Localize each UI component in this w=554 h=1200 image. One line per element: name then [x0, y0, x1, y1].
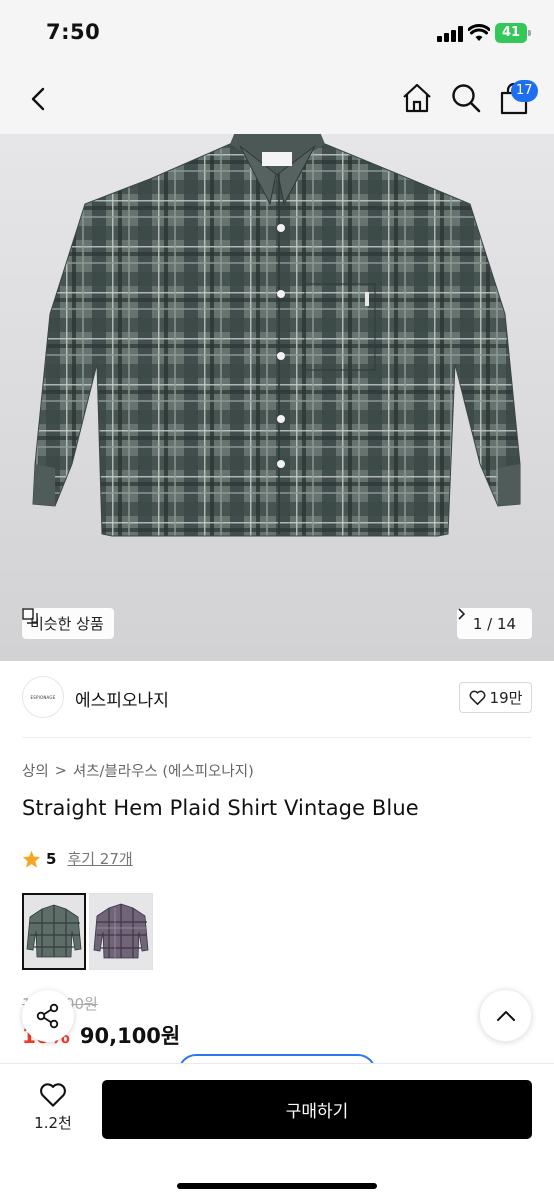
brand-logo[interactable]: ESPIONAGE	[22, 676, 64, 718]
home-indicator	[177, 1183, 377, 1189]
chevron-right-icon	[458, 608, 465, 620]
chevron-up-icon	[496, 1010, 515, 1021]
buy-button[interactable]: 구매하기	[102, 1080, 532, 1139]
star-icon	[22, 850, 41, 868]
brand-name[interactable]: 에스피오나지	[75, 686, 169, 711]
battery-level: 41	[495, 23, 527, 43]
share-button[interactable]	[22, 990, 74, 1042]
brand-row[interactable]: ESPIONAGE 에스피오나지 19만	[0, 676, 554, 720]
home-icon[interactable]	[401, 82, 433, 114]
heart-outline-icon	[469, 690, 486, 705]
divider	[22, 737, 532, 738]
wishlist-button[interactable]: 1.2천	[24, 1082, 82, 1142]
search-icon[interactable]	[450, 82, 482, 114]
similar-icon	[22, 608, 38, 624]
battery-icon: 41	[495, 23, 531, 43]
heart-outline-icon	[40, 1083, 66, 1107]
brand-like-count: 19만	[489, 689, 523, 707]
similar-products-label: 비슷한 상품	[30, 615, 104, 633]
color-option-vintage-blue[interactable]	[22, 893, 86, 970]
brand-like-button[interactable]: 19만	[459, 682, 532, 713]
wishlist-count: 1.2천	[34, 1114, 72, 1132]
top-nav	[0, 64, 554, 134]
scroll-to-top-button[interactable]	[479, 989, 532, 1042]
rating-row[interactable]: 5 후기 27개	[22, 848, 133, 869]
color-option-purple[interactable]	[89, 893, 153, 970]
product-title: Straight Hem Plaid Shirt Vintage Blue	[22, 796, 419, 820]
sale-price: 90,100원	[79, 1024, 181, 1048]
breadcrumb-subcategory[interactable]: 셔츠/블라우스 (에스피오나지)	[73, 760, 254, 781]
image-counter[interactable]: 1 / 14	[457, 608, 532, 639]
back-icon[interactable]	[24, 84, 54, 114]
cellular-signal-icon	[437, 26, 463, 42]
rating-score: 5	[46, 849, 57, 868]
share-icon	[36, 1003, 59, 1029]
product-image	[32, 134, 521, 537]
wifi-icon	[468, 24, 490, 41]
breadcrumb-category[interactable]: 상의	[22, 760, 49, 781]
review-count-link[interactable]: 후기 27개	[67, 848, 132, 869]
breadcrumb: 상의 > 셔츠/블라우스 (에스피오나지)	[22, 760, 254, 781]
product-image-gallery[interactable]: 비슷한 상품 1 / 14	[0, 134, 554, 661]
status-time: 7:50	[46, 20, 101, 44]
bottom-action-bar: 1.2천 구매하기	[0, 1063, 554, 1200]
similar-products-button[interactable]: 비슷한 상품	[22, 608, 114, 639]
image-counter-text: 1 / 14	[472, 614, 517, 633]
cart-count-badge: 17	[511, 80, 538, 102]
status-bar: 7:50 41	[0, 0, 554, 64]
breadcrumb-separator: >	[54, 762, 67, 779]
